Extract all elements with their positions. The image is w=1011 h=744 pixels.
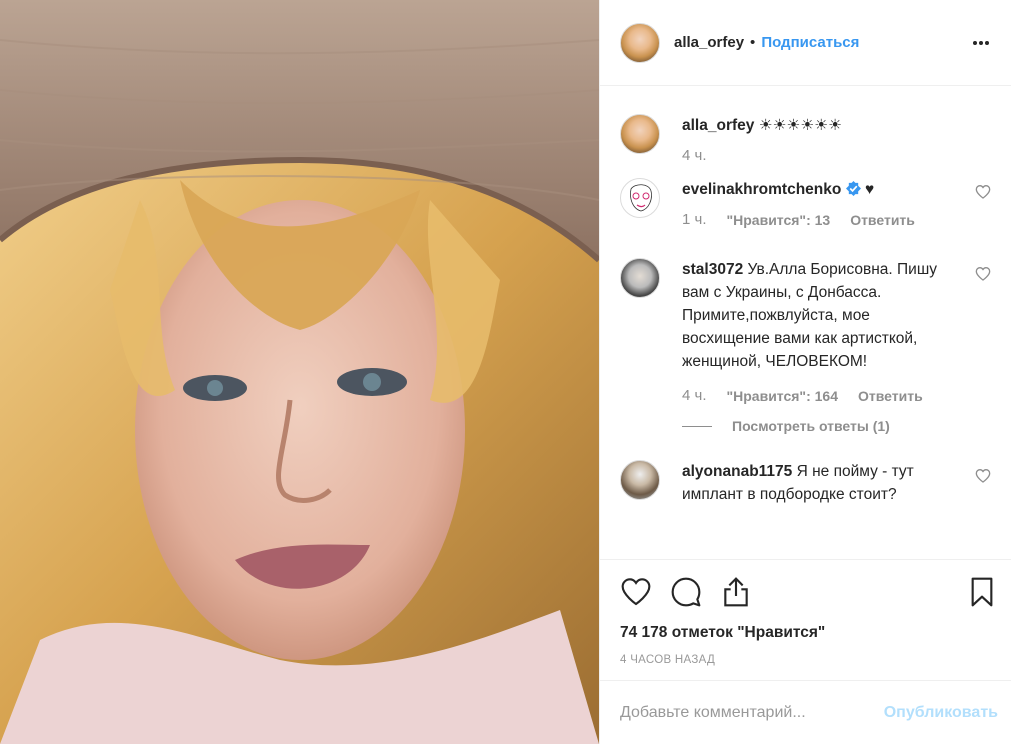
post-sidebar: alla_orfey • Подписаться alla_orfey ☀☀☀☀… [599, 0, 1011, 744]
commenter-username[interactable]: alyonanab1175 [682, 463, 792, 480]
like-heart-icon[interactable] [620, 576, 652, 608]
caption-username[interactable]: alla_orfey [682, 117, 754, 134]
author-username[interactable]: alla_orfey [674, 34, 744, 51]
likes-count[interactable]: 74 178 отметок "Нравится" [620, 624, 992, 642]
comment-bubble-icon[interactable] [670, 576, 702, 608]
more-options-icon[interactable] [973, 32, 995, 54]
sketch-portrait-icon [630, 184, 652, 212]
comment-like-heart-icon[interactable] [975, 468, 991, 484]
selfie-illustration [0, 0, 599, 744]
post-photo[interactable] [0, 0, 599, 744]
comment-item: alyonanab1175 Я не пойму - тут имплант в… [620, 434, 991, 506]
comment-time[interactable]: 4 ч. [682, 387, 707, 404]
caption-time[interactable]: 4 ч. [682, 147, 707, 164]
commenter-avatar[interactable] [620, 460, 660, 500]
view-replies-label[interactable]: Посмотреть ответы (1) [732, 418, 890, 434]
caption-avatar[interactable] [620, 114, 660, 154]
commenter-avatar[interactable] [620, 258, 660, 298]
comment-time[interactable]: 1 ч. [682, 211, 707, 228]
comment-input[interactable] [620, 703, 884, 722]
verified-badge-icon [845, 181, 861, 196]
post-actions: 74 178 отметок "Нравится" 4 ЧАСОВ НАЗАД [600, 559, 1011, 679]
commenter-username[interactable]: stal3072 [682, 261, 743, 278]
replies-divider [682, 425, 712, 427]
commenter-avatar[interactable] [620, 178, 660, 218]
comment-likes[interactable]: "Нравится": 164 [727, 388, 838, 404]
commenter-username[interactable]: evelinakhromtchenko [682, 181, 841, 198]
separator-dot: • [750, 34, 756, 51]
reply-button[interactable]: Ответить [858, 388, 923, 404]
comment-text: ♥ [864, 181, 875, 198]
caption: alla_orfey ☀☀☀☀☀☀ 4 ч. [620, 86, 991, 164]
post-timestamp[interactable]: 4 ЧАСОВ НАЗАД [620, 654, 992, 666]
post-header: alla_orfey • Подписаться [600, 0, 1011, 86]
comment-item: stal3072 Ув.Алла Борисовна. Пишу вам с У… [620, 228, 991, 434]
caption-text: ☀☀☀☀☀☀ [758, 117, 843, 134]
comment-like-heart-icon[interactable] [975, 184, 991, 200]
reply-button[interactable]: Ответить [850, 212, 915, 228]
author-avatar[interactable] [620, 22, 660, 63]
post-comment-button[interactable]: Опубликовать [884, 704, 998, 722]
bookmark-save-icon[interactable] [966, 576, 998, 608]
comment-likes[interactable]: "Нравится": 13 [727, 212, 831, 228]
view-replies-button[interactable]: Посмотреть ответы (1) [624, 418, 952, 434]
comment-item: evelinakhromtchenko ♥ 1 ч. "Нравится": 1… [620, 164, 991, 228]
add-comment-bar: Опубликовать [600, 680, 1011, 744]
comments-list[interactable]: alla_orfey ☀☀☀☀☀☀ 4 ч. evelinakhromtchen… [600, 86, 1011, 558]
follow-button[interactable]: Подписаться [761, 34, 859, 51]
share-icon[interactable] [720, 576, 752, 608]
comment-like-heart-icon[interactable] [975, 266, 991, 282]
